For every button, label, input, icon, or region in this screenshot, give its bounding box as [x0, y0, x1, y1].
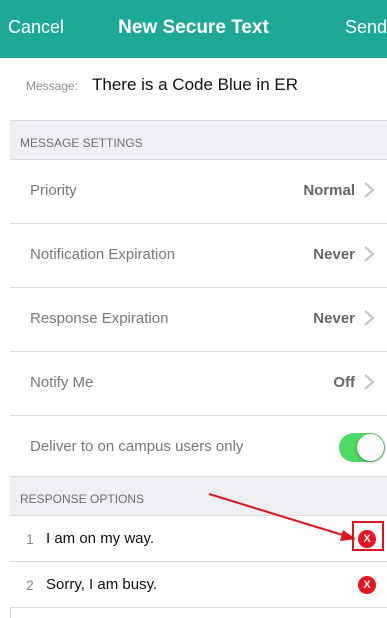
response-text[interactable]: I am on my way.: [46, 530, 154, 547]
message-settings-header: MESSAGE SETTINGS: [10, 120, 387, 160]
response-options-header: RESPONSE OPTIONS: [10, 476, 387, 516]
response-number: 2: [26, 577, 34, 593]
message-label: Message:: [26, 79, 79, 93]
setting-label: Notify Me: [30, 374, 94, 391]
response-text[interactable]: Sorry, I am busy.: [46, 576, 157, 593]
section-header-label: RESPONSE OPTIONS: [20, 492, 145, 506]
delete-response-button[interactable]: X: [358, 576, 376, 594]
setting-label: Notification Expiration: [30, 246, 176, 263]
setting-label: Response Expiration: [30, 310, 169, 327]
chevron-right-icon: [364, 246, 375, 262]
setting-row-priority[interactable]: Priority Normal: [10, 160, 387, 224]
setting-label: Priority: [30, 182, 77, 199]
setting-value: Off: [333, 374, 355, 391]
toggle-knob: [357, 434, 384, 461]
cancel-button[interactable]: Cancel: [8, 17, 64, 38]
delete-response-button[interactable]: X: [358, 530, 376, 548]
chevron-right-icon: [364, 182, 375, 198]
setting-row-notification-expiration[interactable]: Notification Expiration Never: [10, 224, 387, 288]
navigation-bar: New Secure Text Cancel Send: [0, 0, 387, 58]
setting-label: Deliver to on campus users only: [30, 438, 244, 455]
list-item[interactable]: 1 I am on my way. X: [10, 516, 387, 562]
setting-value: Never: [313, 246, 355, 263]
send-button[interactable]: Send: [345, 17, 387, 38]
setting-row-response-expiration[interactable]: Response Expiration Never: [10, 288, 387, 352]
response-number: 1: [26, 531, 34, 547]
setting-row-deliver-on-campus: Deliver to on campus users only: [10, 416, 387, 480]
message-input[interactable]: There is a Code Blue in ER: [92, 75, 298, 95]
message-field[interactable]: Message: There is a Code Blue in ER: [10, 58, 387, 120]
section-header-label: MESSAGE SETTINGS: [20, 136, 143, 150]
list-item[interactable]: 2 Sorry, I am busy. X: [10, 562, 387, 608]
chevron-right-icon: [364, 374, 375, 390]
setting-value: Normal: [303, 182, 355, 199]
setting-value: Never: [313, 310, 355, 327]
chevron-right-icon: [364, 310, 375, 326]
setting-row-notify-me[interactable]: Notify Me Off: [10, 352, 387, 416]
on-campus-toggle[interactable]: [339, 433, 385, 462]
